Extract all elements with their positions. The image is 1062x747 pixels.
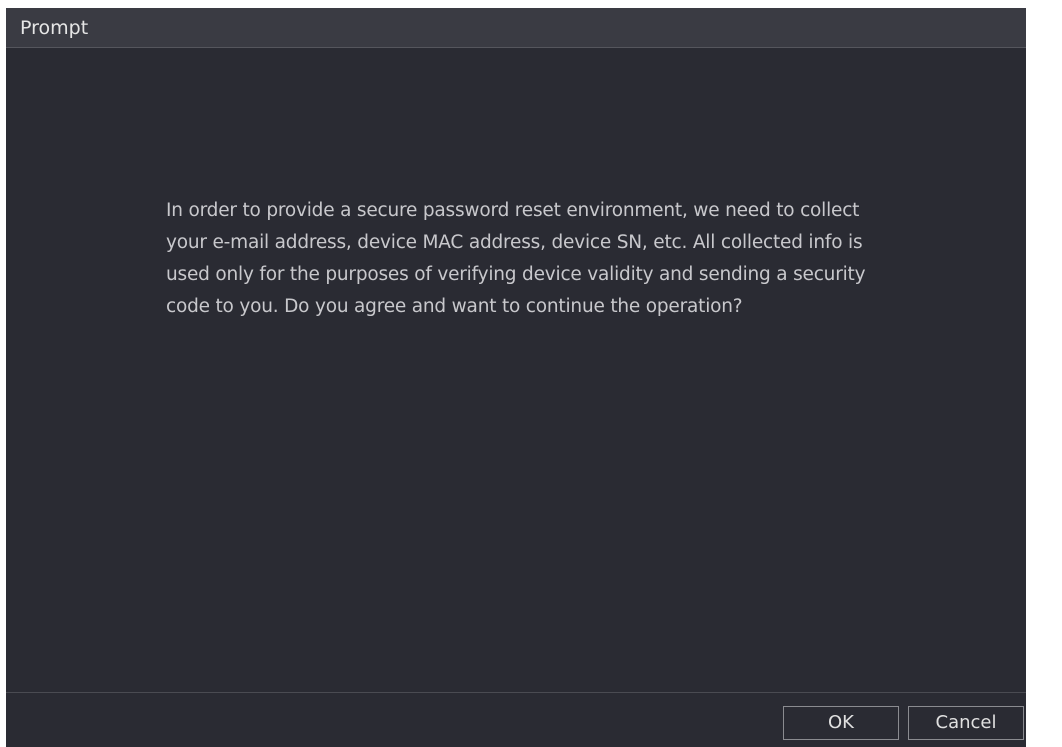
dialog-title-bar: Prompt <box>6 8 1026 48</box>
prompt-dialog: Prompt In order to provide a secure pass… <box>6 8 1026 747</box>
footer-divider <box>6 692 1026 693</box>
cancel-button[interactable]: Cancel <box>908 706 1024 740</box>
ok-button[interactable]: OK <box>783 706 899 740</box>
dialog-title: Prompt <box>20 17 89 39</box>
dialog-message: In order to provide a secure password re… <box>166 200 866 317</box>
